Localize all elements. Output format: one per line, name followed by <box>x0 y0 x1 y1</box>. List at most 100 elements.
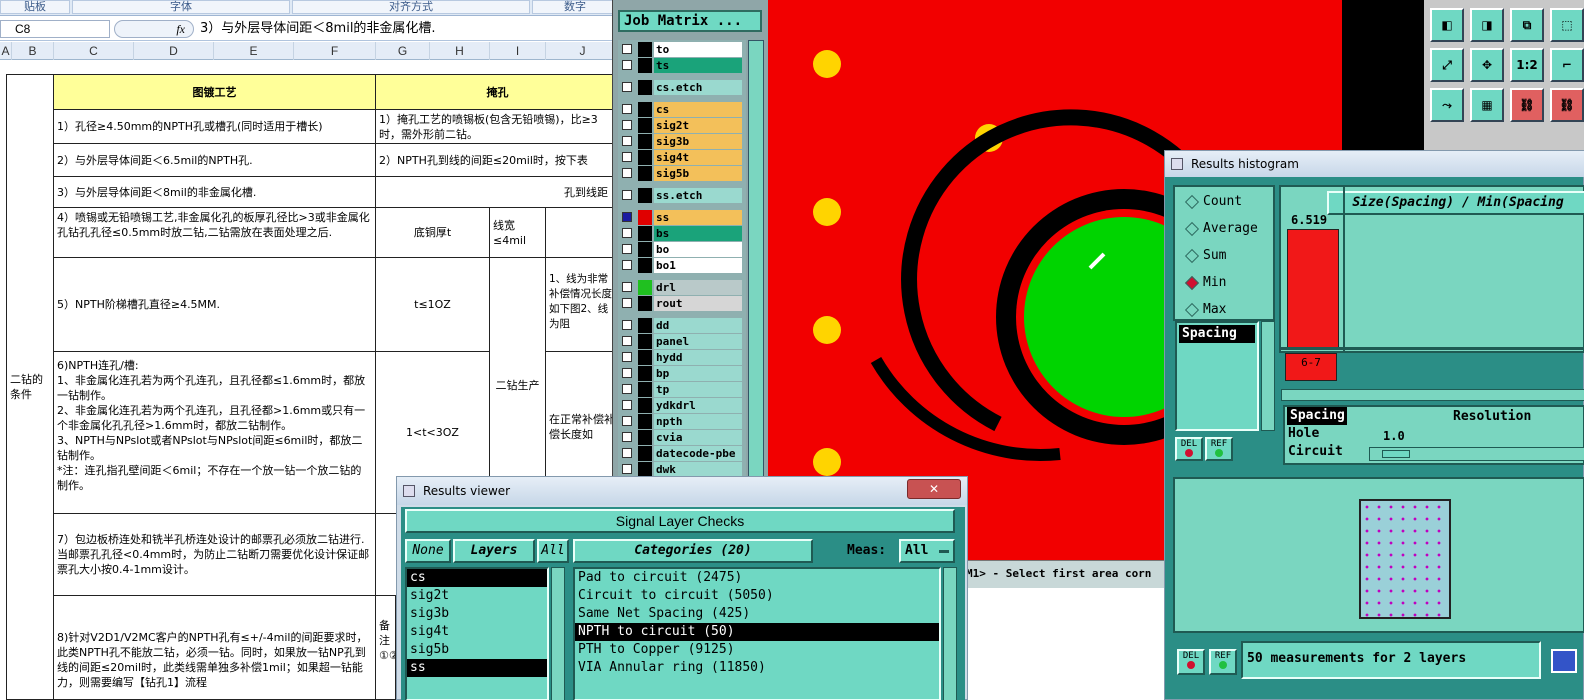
layer-name[interactable]: hydd <box>654 350 742 365</box>
field-item[interactable]: Circuit <box>1285 443 1343 461</box>
remark-cell[interactable]: 备注①②③④ <box>376 596 396 700</box>
rule-cell-right[interactable]: 2）NPTH孔到线的间距≤20mil时，按下表 <box>376 144 620 177</box>
del-button[interactable]: DEL <box>1175 437 1203 461</box>
job-matrix-title[interactable]: Job Matrix ... <box>618 10 762 32</box>
report-icon[interactable] <box>1551 649 1577 673</box>
column-header[interactable]: J <box>546 42 620 60</box>
column-header[interactable]: B <box>12 42 54 60</box>
column-header[interactable]: H <box>430 42 490 60</box>
layer-results-list[interactable]: cs sig2t sig3b sig4t sig5b ss <box>405 567 549 700</box>
via-pad[interactable] <box>813 50 841 78</box>
snap-icon[interactable]: ⌐ <box>1550 48 1584 82</box>
via-pad[interactable] <box>813 316 841 344</box>
ribbon-group-alignment[interactable]: 对齐方式 <box>292 0 530 14</box>
layer-row[interactable]: sig3b <box>618 134 746 149</box>
layer-checkbox[interactable] <box>622 260 632 270</box>
layer-checkbox[interactable] <box>622 104 632 114</box>
layer-name[interactable]: ts <box>654 58 742 73</box>
layer-row[interactable]: sig4t <box>618 150 746 165</box>
layer-row[interactable]: ydkdrl <box>618 398 746 413</box>
layer-result-item[interactable]: cs <box>407 569 547 587</box>
meas-dropdown[interactable]: All <box>899 539 955 563</box>
header-cell-left[interactable]: 图镀工艺 <box>54 74 376 110</box>
rule-cell[interactable]: 2）与外层导体间距＜6.5mil的NPTH孔. <box>54 144 376 177</box>
layer-checkbox[interactable] <box>622 416 632 426</box>
layer-name[interactable]: ss.etch <box>654 188 742 203</box>
layer-checkbox[interactable] <box>622 152 632 162</box>
spacing-item[interactable]: Spacing <box>1179 325 1255 343</box>
layer-row[interactable]: tp <box>618 382 746 397</box>
zoom-window-icon[interactable]: ⧉ <box>1510 8 1544 42</box>
header-cell-right[interactable]: 掩孔 <box>376 74 620 110</box>
layer-name[interactable]: cs <box>654 102 742 117</box>
section-title[interactable]: Signal Layer Checks <box>405 509 955 533</box>
layer-row[interactable]: npth <box>618 414 746 429</box>
layer-row[interactable]: ss.etch <box>618 188 746 203</box>
name-box[interactable]: C8 <box>0 20 110 38</box>
insert-function-button[interactable]: fx <box>114 20 194 38</box>
ribbon-group-font[interactable]: 字体 <box>72 0 290 14</box>
layer-name[interactable]: ydkdrl <box>654 398 742 413</box>
layer-checkbox[interactable] <box>622 82 632 92</box>
chart-title[interactable]: Size(Spacing) / Min(Spacing <box>1327 191 1584 215</box>
layer-checkbox[interactable] <box>622 120 632 130</box>
layer-checkbox[interactable] <box>622 190 632 200</box>
statistic-radio-count[interactable]: Count <box>1181 191 1277 213</box>
layer-name[interactable]: dwk <box>654 462 742 477</box>
resolution-slider[interactable] <box>1369 447 1584 461</box>
layer-checkbox[interactable] <box>622 352 632 362</box>
formula-input[interactable]: 3）与外层导体间距＜8mil的非金属化槽. <box>200 20 436 38</box>
histogram-bar[interactable] <box>1287 229 1339 349</box>
layer-row[interactable]: drl <box>618 280 746 295</box>
zoom-center-icon[interactable]: ✥ <box>1470 48 1504 82</box>
ref-button[interactable]: REF <box>1205 437 1233 461</box>
zoom-left-icon[interactable]: ◧ <box>1430 8 1464 42</box>
rule-cell[interactable]: 1）孔径≥4.50mm的NPTH孔或槽孔(同时适用于槽长) <box>54 110 376 144</box>
histogram-titlebar[interactable]: Results histogram <box>1165 151 1584 177</box>
statistic-radio-sum[interactable]: Sum <box>1181 245 1277 267</box>
rule-cell-right[interactable]: 1）掩孔工艺的喷锡板(包含无铅喷锡)，比≥3时，需外形前二钻。 <box>376 110 620 144</box>
layer-row[interactable]: rout <box>618 296 746 311</box>
layer-row[interactable]: ss <box>618 210 746 225</box>
layer-name[interactable]: sig3b <box>654 134 742 149</box>
rule-cell[interactable]: 5）NPTH阶梯槽孔直径≥4.5MM. <box>54 258 376 352</box>
layer-checkbox[interactable] <box>622 298 632 308</box>
layer-result-item[interactable]: sig3b <box>407 605 547 623</box>
layer-name[interactable]: bo1 <box>654 258 742 273</box>
pan-icon[interactable]: ⬚ <box>1550 8 1584 42</box>
layer-name[interactable]: rout <box>654 296 742 311</box>
layer-name[interactable]: panel <box>654 334 742 349</box>
zoom-fit-icon[interactable]: ⤢ <box>1430 48 1464 82</box>
layer-checkbox[interactable] <box>622 448 632 458</box>
category-scrollbar[interactable] <box>943 567 957 700</box>
layers-none-button[interactable]: None <box>405 539 451 563</box>
category-item[interactable]: Pad to circuit (2475) <box>575 569 939 587</box>
copper-thickness-header[interactable]: 底铜厚t <box>376 208 490 258</box>
column-header[interactable]: D <box>134 42 214 60</box>
line-width-header[interactable]: 线宽≤4mil <box>490 208 546 258</box>
note-cell[interactable]: 1、线为非常补偿情况长度如下图2、线为阻 <box>546 258 620 352</box>
layer-row[interactable]: cs.etch <box>618 80 746 95</box>
layer-row[interactable]: sig5b <box>618 166 746 181</box>
layer-name[interactable]: npth <box>654 414 742 429</box>
layer-name[interactable]: bp <box>654 366 742 381</box>
layer-checkbox[interactable] <box>622 400 632 410</box>
layer-name[interactable]: to <box>654 42 742 57</box>
layer-name[interactable]: datecode-pbe <box>654 446 742 461</box>
layer-checkbox[interactable] <box>622 464 632 474</box>
statistic-radio-min[interactable]: Min <box>1181 272 1277 294</box>
layer-checkbox[interactable] <box>622 368 632 378</box>
rule-cell-selected[interactable]: 3）与外层导体间距＜8mil的非金属化槽. <box>54 177 376 208</box>
column-header[interactable]: I <box>490 42 546 60</box>
layer-row[interactable]: bo1 <box>618 258 746 273</box>
rule-cell-right[interactable]: 孔到线距 <box>376 177 620 208</box>
layer-row[interactable]: bs <box>618 226 746 241</box>
categories-label[interactable]: Categories (20) <box>573 539 813 563</box>
layer-name[interactable]: drl <box>654 280 742 295</box>
via-pad[interactable] <box>813 448 841 476</box>
result-thumbnail[interactable] <box>1359 499 1451 619</box>
thickness-value-cell[interactable]: t≤1OZ <box>376 258 490 352</box>
side-label-cell[interactable]: 二钻的条件 <box>6 74 54 700</box>
spacing-scrollbar[interactable] <box>1261 321 1275 431</box>
layer-row[interactable]: cs <box>618 102 746 117</box>
